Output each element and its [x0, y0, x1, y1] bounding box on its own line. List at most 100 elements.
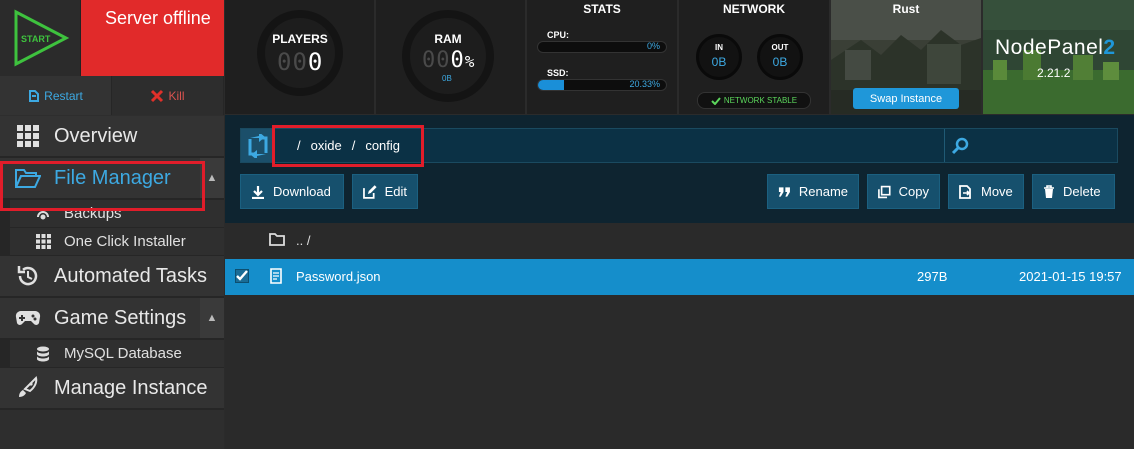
swap-instance-button[interactable]: Swap Instance	[853, 88, 959, 109]
move-button[interactable]: Move	[948, 174, 1024, 209]
breadcrumb: / oxide / config	[297, 138, 400, 153]
network-out-label: OUT	[771, 43, 789, 52]
download-icon	[252, 185, 264, 199]
nav-label-file-manager: File Manager	[54, 166, 171, 189]
move-icon	[959, 184, 971, 199]
brand-version: 2.21.2	[1037, 66, 1071, 80]
network-status-text: NETWORK STABLE	[723, 96, 798, 105]
rename-label: Rename	[798, 184, 848, 199]
kill-button[interactable]: Kill	[112, 76, 224, 115]
nav-item-one-click-installer[interactable]: One Click Installer	[0, 228, 224, 256]
ram-counter: 000%	[422, 48, 475, 73]
restart-button[interactable]: Restart	[0, 76, 112, 115]
grid-icon	[14, 122, 42, 150]
network-title: NETWORK	[723, 2, 785, 16]
nav-item-automated-tasks[interactable]: Automated Tasks	[0, 256, 224, 298]
players-gauge: PLAYERS 000	[257, 10, 343, 96]
folder-open-icon	[14, 164, 42, 192]
ram-sub: 0B	[442, 74, 452, 83]
breadcrumb-oxide[interactable]: oxide	[311, 138, 342, 153]
nav-item-file-manager[interactable]: File Manager ▲	[0, 158, 224, 200]
selected-checkbox[interactable]	[235, 269, 249, 283]
restart-icon	[29, 89, 40, 102]
players-ghost-digits: 00	[277, 48, 308, 76]
network-status-badge: NETWORK STABLE	[697, 92, 811, 109]
file-icon	[270, 268, 282, 284]
search-button[interactable]	[944, 129, 974, 162]
collapse-caret-icon[interactable]: ▲	[200, 298, 224, 338]
server-controls: Restart Kill	[0, 76, 224, 115]
nav-label-automated-tasks: Automated Tasks	[54, 264, 208, 287]
nav-item-mysql-database[interactable]: MySQL Database	[0, 340, 224, 368]
trash-icon	[1044, 184, 1054, 198]
download-label: Download	[273, 184, 331, 199]
start-panel: START	[0, 0, 81, 76]
stats-widget: STATS CPU: 0% SSD: 20.33%	[527, 0, 677, 114]
network-in-value: 0B	[711, 55, 727, 69]
breadcrumb-separator[interactable]: /	[297, 138, 301, 153]
rename-button[interactable]: Rename	[767, 174, 859, 209]
move-label: Move	[981, 184, 1013, 199]
players-widget: PLAYERS 000	[225, 0, 374, 114]
breadcrumb-config[interactable]: config	[365, 138, 400, 153]
file-manager-panel: / oxide / config Download Edit Rename Co…	[225, 115, 1134, 449]
restart-label: Restart	[44, 88, 83, 103]
breadcrumb-separator[interactable]: /	[352, 138, 356, 153]
brand-name: NodePanel	[995, 36, 1104, 59]
edit-button[interactable]: Edit	[352, 174, 418, 209]
network-out-value: 0B	[772, 55, 788, 69]
database-icon	[34, 345, 52, 363]
file-list: .. / Password.json 297B 2021-01-15 19:57	[225, 223, 1134, 295]
collapse-caret-icon[interactable]: ▲	[200, 158, 224, 198]
ram-value: 0	[450, 48, 465, 73]
sync-button[interactable]	[241, 129, 275, 162]
server-status-text: Server offline	[105, 8, 211, 28]
kill-label: Kill	[168, 88, 185, 103]
delete-label: Delete	[1063, 184, 1101, 199]
edit-icon	[363, 184, 377, 199]
parent-directory-label: .. /	[296, 233, 311, 248]
parent-directory-row[interactable]: .. /	[225, 223, 1134, 259]
brand-widget: NodePanel2 2.21.2	[983, 0, 1134, 114]
ssd-bar: 20.33%	[537, 79, 667, 91]
start-button[interactable]: START	[12, 8, 70, 68]
copy-button[interactable]: Copy	[867, 174, 940, 209]
nav-label-one-click-installer: One Click Installer	[64, 233, 186, 250]
nav-label-mysql-database: MySQL Database	[64, 345, 182, 362]
file-row[interactable]: Password.json 297B 2021-01-15 19:57	[225, 259, 1134, 295]
server-status-panel: Server offline	[81, 0, 224, 76]
file-modified: 2021-01-15 19:57	[1019, 269, 1122, 284]
file-size: 297B	[917, 269, 948, 284]
sync-icon	[248, 133, 268, 158]
game-title: Rust	[892, 2, 920, 16]
ssd-bar-fill	[538, 80, 565, 90]
path-bar: / oxide / config	[240, 128, 1118, 163]
nav-item-backups[interactable]: Backups	[0, 200, 224, 228]
ram-unit: %	[464, 52, 476, 71]
nav-label-backups: Backups	[64, 205, 122, 222]
folder-icon	[269, 233, 285, 246]
cpu-label: CPU:	[547, 30, 569, 40]
edit-label: Edit	[384, 184, 407, 199]
delete-button[interactable]: Delete	[1032, 174, 1115, 209]
download-button[interactable]: Download	[240, 174, 344, 209]
brand-number: 2	[1103, 36, 1116, 59]
backup-icon	[34, 205, 52, 223]
ram-ghost-digits: 00	[422, 48, 451, 73]
nav-item-manage-instance[interactable]: Manage Instance	[0, 368, 224, 410]
ram-gauge: RAM 000% 0B	[402, 10, 494, 102]
network-widget: NETWORK IN 0B OUT 0B NETWORK STABLE	[679, 0, 829, 114]
players-title: PLAYERS	[272, 32, 328, 46]
cpu-bar: 0%	[537, 41, 667, 53]
ssd-label: SSD:	[547, 68, 569, 78]
nav-item-game-settings[interactable]: Game Settings ▲	[0, 298, 224, 340]
network-out-gauge: OUT 0B	[757, 34, 803, 80]
check-icon	[711, 96, 721, 105]
nav-label-overview: Overview	[54, 124, 138, 147]
cpu-value: 0%	[646, 41, 660, 51]
brand-logo: NodePanel2	[995, 36, 1116, 60]
stats-title: STATS	[583, 2, 621, 16]
close-icon	[151, 89, 164, 102]
network-in-gauge: IN 0B	[696, 34, 742, 80]
nav-item-overview[interactable]: Overview	[0, 116, 224, 158]
